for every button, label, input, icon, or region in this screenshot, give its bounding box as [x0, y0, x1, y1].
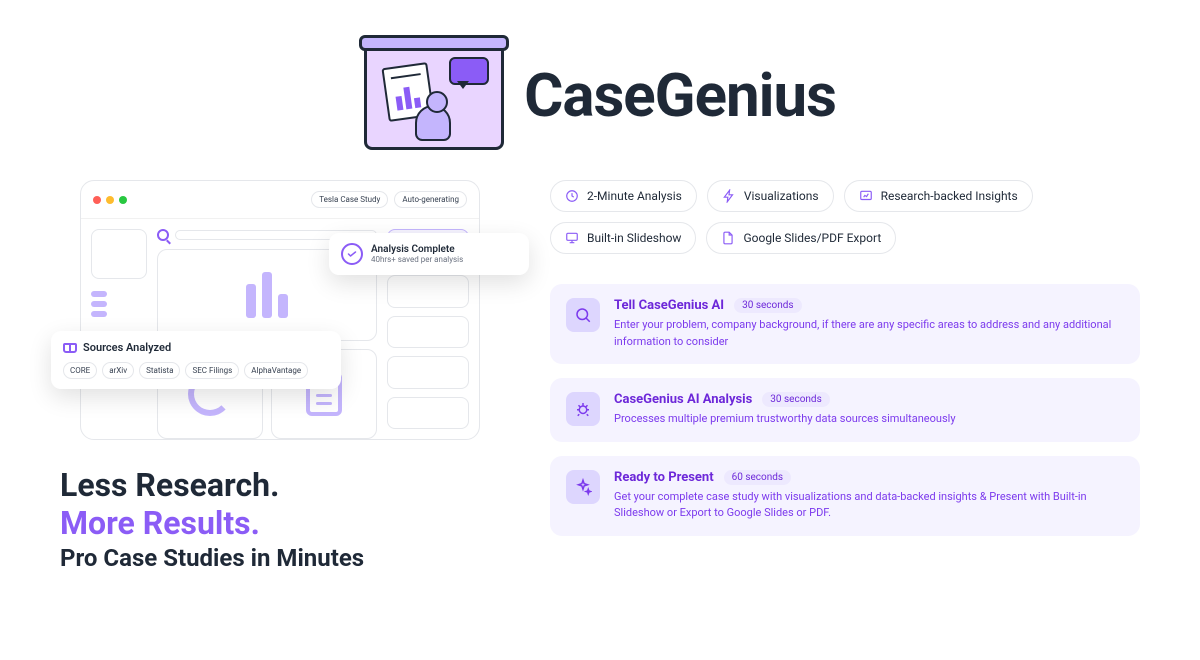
app-preview: Tesla Case Study Auto-generating [80, 180, 480, 440]
sparkle-icon [566, 470, 600, 504]
bar-chart-icon [246, 272, 288, 318]
bug-icon [566, 392, 600, 426]
hero-text: Less Research. More Results. Pro Case St… [60, 466, 500, 572]
feature-pill-insights: Research-backed Insights [844, 180, 1033, 212]
step-time-badge: 30 seconds [734, 298, 801, 313]
step-description: Enter your problem, company background, … [614, 317, 1124, 350]
step-tell-ai: Tell CaseGenius AI 30 seconds Enter your… [550, 284, 1140, 364]
analysis-title: Analysis Complete [371, 244, 463, 255]
header: CaseGenius [60, 40, 1140, 150]
analysis-complete-card: Analysis Complete 40hrs+ saved per analy… [329, 233, 529, 275]
hero-line-3: Pro Case Studies in Minutes [60, 544, 500, 572]
source-chip: CORE [63, 362, 97, 379]
preview-sidebar [91, 229, 147, 429]
step-title: CaseGenius AI Analysis [614, 392, 752, 407]
close-dot-icon [93, 196, 101, 204]
step-description: Get your complete case study with visual… [614, 489, 1124, 522]
step-analysis: CaseGenius AI Analysis 30 seconds Proces… [550, 378, 1140, 442]
hero-line-2: More Results. [60, 504, 500, 542]
brand-name: CaseGenius [524, 60, 836, 131]
search-icon [566, 298, 600, 332]
bolt-icon [722, 189, 736, 203]
preview-pill: Auto-generating [394, 191, 467, 208]
clock-icon [565, 189, 579, 203]
maximize-dot-icon [119, 196, 127, 204]
brand-logo [364, 40, 504, 150]
insight-icon [859, 189, 873, 203]
search-icon [157, 229, 169, 241]
preview-slide [387, 316, 469, 348]
source-chip: Statista [139, 362, 180, 379]
check-circle-icon [341, 243, 363, 265]
export-icon [721, 231, 735, 245]
preview-slide [387, 275, 469, 307]
source-chip: arXiv [102, 362, 134, 379]
hero-line-1: Less Research. [60, 466, 500, 504]
sources-analyzed-card: Sources Analyzed CORE arXiv Statista SEC… [51, 331, 341, 389]
feature-pill-analysis: 2-Minute Analysis [550, 180, 697, 212]
feature-pills: 2-Minute Analysis Visualizations Researc… [550, 180, 1140, 254]
sources-title: Sources Analyzed [83, 341, 171, 354]
preview-slide [387, 397, 469, 429]
preview-slide [387, 356, 469, 388]
step-time-badge: 60 seconds [724, 470, 791, 485]
step-time-badge: 30 seconds [762, 392, 829, 407]
window-controls [93, 196, 127, 204]
step-description: Processes multiple premium trustworthy d… [614, 411, 1124, 428]
feature-pill-export: Google Slides/PDF Export [706, 222, 896, 254]
source-chip: SEC Filings [185, 362, 239, 379]
step-ready: Ready to Present 60 seconds Get your com… [550, 456, 1140, 536]
book-icon [63, 343, 77, 353]
feature-pill-slideshow: Built-in Slideshow [550, 222, 696, 254]
step-title: Tell CaseGenius AI [614, 298, 724, 313]
step-title: Ready to Present [614, 470, 714, 485]
slideshow-icon [565, 231, 579, 245]
minimize-dot-icon [106, 196, 114, 204]
analysis-subtitle: 40hrs+ saved per analysis [371, 255, 463, 264]
preview-pill: Tesla Case Study [311, 191, 388, 208]
source-chip: AlphaVantage [244, 362, 308, 379]
feature-pill-visualizations: Visualizations [707, 180, 834, 212]
